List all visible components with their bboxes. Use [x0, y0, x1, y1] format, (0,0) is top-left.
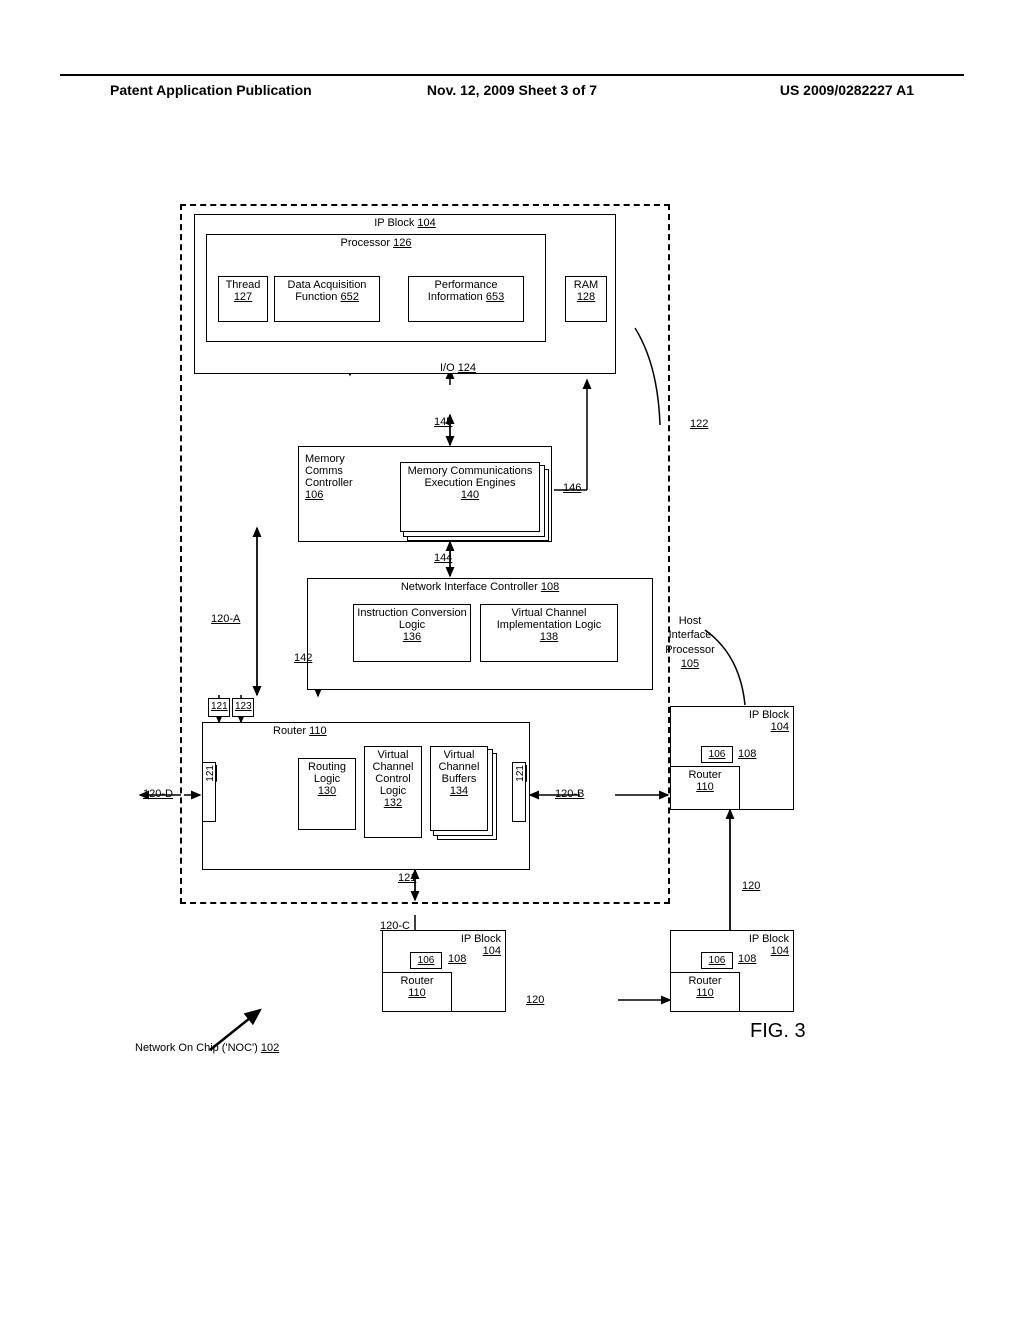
sm-bl-106: 106 [410, 952, 442, 969]
nic-title: Network Interface Controller 108 [310, 581, 650, 593]
vccl-box: Virtual Channel Control Logic132 [364, 746, 422, 838]
sm-right-106: 106 [701, 746, 733, 763]
ip-block-title: IP Block 104 [197, 217, 613, 229]
port-121-right: 121 [512, 762, 526, 822]
processor-title: Processor 126 [209, 237, 543, 249]
port-123-top: 123 [232, 698, 254, 717]
vcil-box: Virtual Channel Implementation Logic138 [480, 604, 618, 662]
ref-122: 122 [690, 418, 708, 430]
mce-label: Memory Communications Execution Engines [408, 465, 533, 489]
icl-box: Instruction Conversion Logic136 [353, 604, 471, 662]
sm-bl-108: 108 [448, 953, 466, 965]
ref-142: 142 [294, 652, 312, 664]
sm-br-108: 108 [738, 953, 756, 965]
ram-label: RAM [574, 279, 598, 291]
page-header: Patent Application Publication Nov. 12, … [0, 82, 1024, 98]
ref-121-bottom: 121 [398, 872, 416, 884]
ref-120-right: 120 [742, 880, 760, 892]
io-label: I/O 124 [418, 360, 498, 378]
thread-label: Thread [226, 279, 261, 291]
header-center: Nov. 12, 2009 Sheet 3 of 7 [378, 82, 646, 98]
hip-label: Host Interface Processor105 [656, 614, 724, 671]
perf-box: Performance Information 653 [408, 276, 524, 322]
ref-120-bottom: 120 [526, 994, 544, 1006]
ram-box: RAM128 [565, 276, 607, 322]
sm-right-108: 108 [738, 748, 756, 760]
rl-box: Routing Logic130 [298, 758, 356, 830]
header-left: Patent Application Publication [110, 82, 378, 98]
mce-box: Memory Communications Execution Engines1… [400, 462, 540, 532]
port-121-top: 121 [208, 698, 230, 717]
daf-box: Data Acquisition Function 652 [274, 276, 380, 322]
thread-box: Thread127 [218, 276, 268, 322]
rl-label: Routing Logic [308, 761, 346, 785]
ref-120D: 120-D [143, 788, 173, 800]
vcil-label: Virtual Channel Implementation Logic [497, 607, 602, 631]
header-rule [60, 74, 964, 76]
router-title: Router 110 [273, 725, 527, 737]
sm-br-router: Router110 [670, 972, 740, 1012]
ref-120B: 120-B [555, 788, 584, 800]
mcc-label: Memory Comms Controller106 [301, 449, 369, 505]
sm-right-router: Router110 [670, 766, 740, 810]
vcb-label: Virtual Channel Buffers [439, 749, 480, 785]
sm-br-106: 106 [701, 952, 733, 969]
vccl-label: Virtual Channel Control Logic [373, 749, 414, 797]
fig-label: FIG. 3 [750, 1020, 806, 1043]
port-121-left: 121 [202, 762, 216, 822]
page: Patent Application Publication Nov. 12, … [0, 0, 1024, 1320]
header-right: US 2009/0282227 A1 [646, 82, 914, 98]
sm-bl-router: Router110 [382, 972, 452, 1012]
vcb-box: Virtual Channel Buffers134 [430, 746, 488, 831]
icl-label: Instruction Conversion Logic [357, 607, 466, 631]
noc-label: Network On Chip ('NOC') 102 [135, 1042, 345, 1054]
ref-146: 146 [563, 482, 581, 494]
ref-144: 144 [434, 552, 452, 564]
ref-145: 145 [434, 416, 452, 428]
figure-3: IP Block 104 Processor 126 Thread127 Dat… [150, 200, 860, 1070]
ref-120A: 120-A [211, 613, 240, 625]
